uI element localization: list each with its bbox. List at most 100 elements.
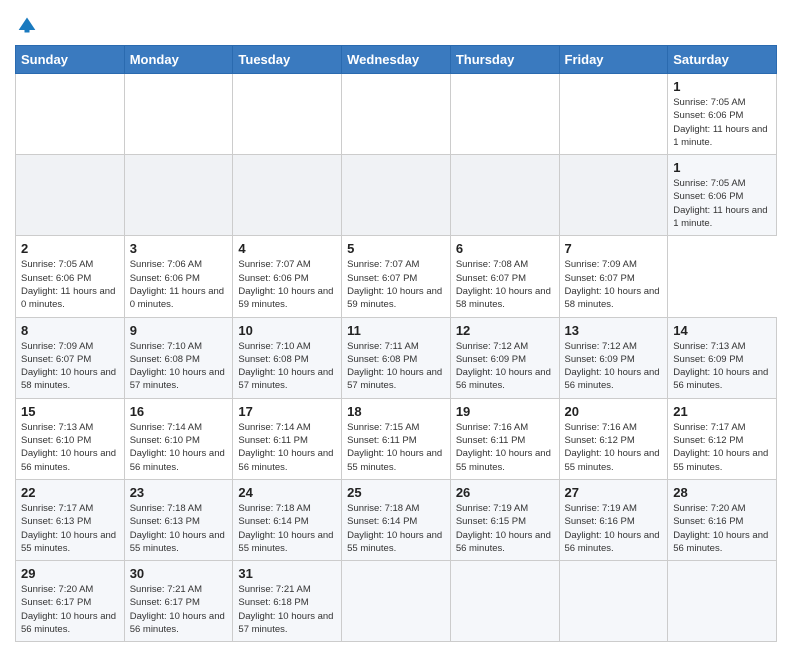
calendar-week-5: 22 Sunrise: 7:17 AMSunset: 6:13 PMDayligh… — [16, 479, 777, 560]
day-info: Sunrise: 7:07 AMSunset: 6:07 PMDaylight:… — [347, 258, 445, 311]
day-number: 26 — [456, 485, 554, 500]
day-cell: 1 Sunrise: 7:05 AMSunset: 6:06 PMDaylight… — [668, 155, 777, 236]
day-info: Sunrise: 7:09 AMSunset: 6:07 PMDaylight:… — [565, 258, 663, 311]
day-cell: 11Sunrise: 7:11 AMSunset: 6:08 PMDayligh… — [342, 317, 451, 398]
empty-cell — [668, 561, 777, 642]
day-number: 15 — [21, 404, 119, 419]
day-info: Sunrise: 7:18 AMSunset: 6:14 PMDaylight:… — [347, 502, 445, 555]
day-cell: 15 Sunrise: 7:13 AMSunset: 6:10 PMDayligh… — [16, 398, 125, 479]
day-cell: 9 Sunrise: 7:10 AMSunset: 6:08 PMDaylight… — [124, 317, 233, 398]
day-cell: 17 Sunrise: 7:14 AMSunset: 6:11 PMDayligh… — [233, 398, 342, 479]
day-number: 9 — [130, 323, 228, 338]
day-number: 28 — [673, 485, 771, 500]
day-number: 17 — [238, 404, 336, 419]
day-number: 12 — [456, 323, 554, 338]
day-cell: 18Sunrise: 7:15 AMSunset: 6:11 PMDayligh… — [342, 398, 451, 479]
day-info: Sunrise: 7:12 AMSunset: 6:09 PMDaylight:… — [456, 340, 554, 393]
day-info: Sunrise: 7:13 AMSunset: 6:09 PMDaylight:… — [673, 340, 771, 393]
calendar-week-0: 1Sunrise: 7:05 AMSunset: 6:06 PMDaylight… — [16, 74, 777, 155]
empty-cell — [559, 155, 668, 236]
day-info: Sunrise: 7:14 AMSunset: 6:11 PMDaylight:… — [238, 421, 336, 474]
header-tuesday: Tuesday — [233, 46, 342, 74]
day-cell: 29 Sunrise: 7:20 AMSunset: 6:17 PMDayligh… — [16, 561, 125, 642]
day-number: 31 — [238, 566, 336, 581]
day-info: Sunrise: 7:06 AMSunset: 6:06 PMDaylight:… — [130, 258, 228, 311]
empty-cell — [450, 74, 559, 155]
day-cell: 1Sunrise: 7:05 AMSunset: 6:06 PMDaylight… — [668, 74, 777, 155]
day-cell: 26 Sunrise: 7:19 AMSunset: 6:15 PMDayligh… — [450, 479, 559, 560]
page-header — [15, 15, 777, 35]
day-number: 7 — [565, 241, 663, 256]
empty-cell — [16, 74, 125, 155]
day-number: 22 — [21, 485, 119, 500]
day-info: Sunrise: 7:07 AMSunset: 6:06 PMDaylight:… — [238, 258, 336, 311]
calendar-week-3: 8Sunrise: 7:09 AMSunset: 6:07 PMDaylight… — [16, 317, 777, 398]
day-number: 23 — [130, 485, 228, 500]
day-cell: 25 Sunrise: 7:18 AMSunset: 6:14 PMDayligh… — [342, 479, 451, 560]
day-info: Sunrise: 7:20 AMSunset: 6:17 PMDaylight:… — [21, 583, 119, 636]
day-number: 1 — [673, 160, 771, 175]
day-cell: 31Sunrise: 7:21 AMSunset: 6:18 PMDayligh… — [233, 561, 342, 642]
day-cell: 24 Sunrise: 7:18 AMSunset: 6:14 PMDayligh… — [233, 479, 342, 560]
day-number: 24 — [238, 485, 336, 500]
day-info: Sunrise: 7:16 AMSunset: 6:12 PMDaylight:… — [565, 421, 663, 474]
day-cell: 28Sunrise: 7:20 AMSunset: 6:16 PMDayligh… — [668, 479, 777, 560]
day-cell: 6 Sunrise: 7:08 AMSunset: 6:07 PMDaylight… — [450, 236, 559, 317]
day-number: 14 — [673, 323, 771, 338]
day-info: Sunrise: 7:21 AMSunset: 6:17 PMDaylight:… — [130, 583, 228, 636]
calendar-week-6: 29 Sunrise: 7:20 AMSunset: 6:17 PMDayligh… — [16, 561, 777, 642]
day-number: 1 — [673, 79, 771, 94]
header-thursday: Thursday — [450, 46, 559, 74]
day-info: Sunrise: 7:12 AMSunset: 6:09 PMDaylight:… — [565, 340, 663, 393]
day-cell: 7 Sunrise: 7:09 AMSunset: 6:07 PMDaylight… — [559, 236, 668, 317]
day-cell: 16 Sunrise: 7:14 AMSunset: 6:10 PMDayligh… — [124, 398, 233, 479]
day-number: 5 — [347, 241, 445, 256]
day-cell: 19Sunrise: 7:16 AMSunset: 6:11 PMDayligh… — [450, 398, 559, 479]
day-number: 19 — [456, 404, 554, 419]
empty-cell — [233, 74, 342, 155]
day-cell: 21Sunrise: 7:17 AMSunset: 6:12 PMDayligh… — [668, 398, 777, 479]
day-cell: 30 Sunrise: 7:21 AMSunset: 6:17 PMDayligh… — [124, 561, 233, 642]
day-number: 30 — [130, 566, 228, 581]
day-info: Sunrise: 7:19 AMSunset: 6:15 PMDaylight:… — [456, 502, 554, 555]
day-number: 8 — [21, 323, 119, 338]
day-info: Sunrise: 7:14 AMSunset: 6:10 PMDaylight:… — [130, 421, 228, 474]
header-wednesday: Wednesday — [342, 46, 451, 74]
calendar-week-1: 1 Sunrise: 7:05 AMSunset: 6:06 PMDaylight… — [16, 155, 777, 236]
day-cell: 3Sunrise: 7:06 AMSunset: 6:06 PMDaylight… — [124, 236, 233, 317]
day-cell: 4 Sunrise: 7:07 AMSunset: 6:06 PMDaylight… — [233, 236, 342, 317]
header-monday: Monday — [124, 46, 233, 74]
day-info: Sunrise: 7:17 AMSunset: 6:13 PMDaylight:… — [21, 502, 119, 555]
empty-cell — [124, 155, 233, 236]
day-info: Sunrise: 7:18 AMSunset: 6:14 PMDaylight:… — [238, 502, 336, 555]
logo-icon — [17, 15, 37, 35]
empty-cell — [342, 561, 451, 642]
day-number: 25 — [347, 485, 445, 500]
day-number: 4 — [238, 241, 336, 256]
day-number: 2 — [21, 241, 119, 256]
empty-cell — [124, 74, 233, 155]
day-info: Sunrise: 7:10 AMSunset: 6:08 PMDaylight:… — [130, 340, 228, 393]
day-number: 16 — [130, 404, 228, 419]
day-cell: 20Sunrise: 7:16 AMSunset: 6:12 PMDayligh… — [559, 398, 668, 479]
day-cell: 13 Sunrise: 7:12 AMSunset: 6:09 PMDayligh… — [559, 317, 668, 398]
empty-cell — [559, 561, 668, 642]
day-number: 13 — [565, 323, 663, 338]
empty-cell — [450, 561, 559, 642]
empty-cell — [342, 155, 451, 236]
day-cell: 23 Sunrise: 7:18 AMSunset: 6:13 PMDayligh… — [124, 479, 233, 560]
day-info: Sunrise: 7:10 AMSunset: 6:08 PMDaylight:… — [238, 340, 336, 393]
day-cell: 27Sunrise: 7:19 AMSunset: 6:16 PMDayligh… — [559, 479, 668, 560]
day-info: Sunrise: 7:08 AMSunset: 6:07 PMDaylight:… — [456, 258, 554, 311]
day-number: 6 — [456, 241, 554, 256]
day-number: 29 — [21, 566, 119, 581]
day-number: 11 — [347, 323, 445, 338]
day-info: Sunrise: 7:13 AMSunset: 6:10 PMDaylight:… — [21, 421, 119, 474]
day-info: Sunrise: 7:18 AMSunset: 6:13 PMDaylight:… — [130, 502, 228, 555]
day-cell: 14 Sunrise: 7:13 AMSunset: 6:09 PMDayligh… — [668, 317, 777, 398]
day-info: Sunrise: 7:05 AMSunset: 6:06 PMDaylight:… — [673, 177, 771, 230]
header-sunday: Sunday — [16, 46, 125, 74]
day-cell: 10Sunrise: 7:10 AMSunset: 6:08 PMDayligh… — [233, 317, 342, 398]
day-info: Sunrise: 7:19 AMSunset: 6:16 PMDaylight:… — [565, 502, 663, 555]
header-friday: Friday — [559, 46, 668, 74]
